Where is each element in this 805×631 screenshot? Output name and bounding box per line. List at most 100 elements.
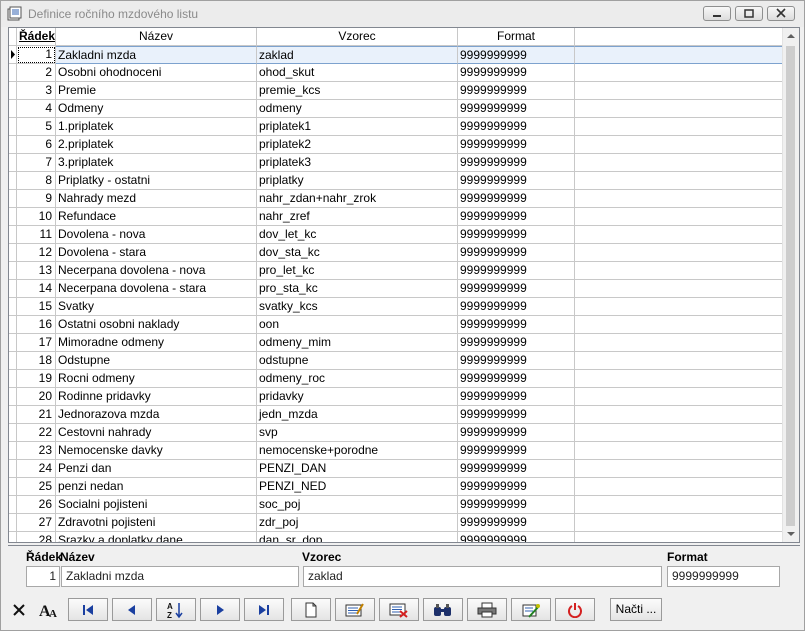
cell-vzorec[interactable]: pridavky	[257, 388, 458, 406]
cell-vzorec[interactable]: odmeny	[257, 100, 458, 118]
cell-vzorec[interactable]: priplatek1	[257, 118, 458, 136]
cell-nazev[interactable]: Zakladni mzda	[56, 46, 257, 64]
cell-nazev[interactable]: Jednorazova mzda	[56, 406, 257, 424]
cell-format[interactable]: 9999999999	[458, 406, 575, 424]
print-button[interactable]	[467, 598, 507, 621]
table-row[interactable]: 12 Dovolena - stara dov_sta_kc 9999999999	[9, 244, 783, 262]
cell-format[interactable]: 9999999999	[458, 370, 575, 388]
cell-radek[interactable]: 12	[17, 244, 56, 262]
table-row[interactable]: 9 Nahrady mezd nahr_zdan+nahr_zrok 99999999…	[9, 190, 783, 208]
table-row[interactable]: 26 Socialni pojisteni soc_poj 9999999999	[9, 496, 783, 514]
cell-vzorec[interactable]: pro_sta_kc	[257, 280, 458, 298]
cell-format[interactable]: 9999999999	[458, 352, 575, 370]
cell-format[interactable]: 9999999999	[458, 514, 575, 532]
cell-format[interactable]: 9999999999	[458, 478, 575, 496]
cell-vzorec[interactable]: odmeny_roc	[257, 370, 458, 388]
cell-vzorec[interactable]: priplatky	[257, 172, 458, 190]
cell-vzorec[interactable]: zdr_poj	[257, 514, 458, 532]
cell-radek[interactable]: 23	[17, 442, 56, 460]
cell-vzorec[interactable]: soc_poj	[257, 496, 458, 514]
maximize-button[interactable]	[735, 6, 763, 21]
table-row[interactable]: 3 Premie premie_kcs 9999999999	[9, 82, 783, 100]
settings-button[interactable]	[511, 598, 551, 621]
cell-radek[interactable]: 5	[17, 118, 56, 136]
table-row[interactable]: 20 Rodinne pridavky pridavky 9999999999	[9, 388, 783, 406]
font-button[interactable]: A A	[36, 598, 60, 621]
cell-nazev[interactable]: penzi nedan	[56, 478, 257, 496]
cell-radek[interactable]: 20	[17, 388, 56, 406]
cell-radek[interactable]: 8	[17, 172, 56, 190]
title-bar[interactable]: Definice ročního mzdového listu	[1, 1, 804, 27]
close-window-button[interactable]	[767, 6, 795, 21]
cell-nazev[interactable]: Odstupne	[56, 352, 257, 370]
table-row[interactable]: 11 Dovolena - nova dov_let_kc 9999999999	[9, 226, 783, 244]
edit-record-button[interactable]	[335, 598, 375, 621]
cell-format[interactable]: 9999999999	[458, 496, 575, 514]
column-header-radek[interactable]: Řádek	[17, 28, 56, 45]
table-row[interactable]: 19 Rocni odmeny odmeny_roc 9999999999	[9, 370, 783, 388]
cell-vzorec[interactable]: odmeny_mim	[257, 334, 458, 352]
exit-button[interactable]	[555, 598, 595, 621]
cell-nazev[interactable]: Cestovni nahrady	[56, 424, 257, 442]
cell-nazev[interactable]: 1.priplatek	[56, 118, 257, 136]
cell-format[interactable]: 9999999999	[458, 208, 575, 226]
cell-nazev[interactable]: Ostatni osobni naklady	[56, 316, 257, 334]
cell-format[interactable]: 9999999999	[458, 442, 575, 460]
cell-format[interactable]: 9999999999	[458, 388, 575, 406]
cell-format[interactable]: 9999999999	[458, 118, 575, 136]
table-row[interactable]: 27 Zdravotni pojisteni zdr_poj 9999999999	[9, 514, 783, 532]
cell-vzorec[interactable]: jedn_mzda	[257, 406, 458, 424]
table-row[interactable]: 18 Odstupne odstupne 9999999999	[9, 352, 783, 370]
cell-radek[interactable]: 10	[17, 208, 56, 226]
cell-format[interactable]: 9999999999	[458, 298, 575, 316]
cell-nazev[interactable]: Dovolena - stara	[56, 244, 257, 262]
cell-vzorec[interactable]: dan_sr_dop	[257, 532, 458, 542]
data-grid[interactable]: Řádek Název Vzorec Format 1 Zakladni mzda…	[8, 27, 800, 543]
cell-nazev[interactable]: Nahrady mezd	[56, 190, 257, 208]
cell-format[interactable]: 9999999999	[458, 244, 575, 262]
cell-radek[interactable]: 27	[17, 514, 56, 532]
cell-nazev[interactable]: Svatky	[56, 298, 257, 316]
cell-vzorec[interactable]: zaklad	[257, 46, 458, 64]
cell-format[interactable]: 9999999999	[458, 154, 575, 172]
cell-format[interactable]: 9999999999	[458, 532, 575, 542]
table-row[interactable]: 16 Ostatni osobni naklady oon 9999999999	[9, 316, 783, 334]
table-row[interactable]: 2 Osobni ohodnoceni ohod_skut 9999999999	[9, 64, 783, 82]
minimize-button[interactable]	[703, 6, 731, 21]
cell-radek[interactable]: 15	[17, 298, 56, 316]
cell-radek[interactable]: 7	[17, 154, 56, 172]
cell-nazev[interactable]: 2.priplatek	[56, 136, 257, 154]
detail-nazev-field[interactable]: Zakladni mzda	[61, 566, 299, 587]
cell-vzorec[interactable]: dov_sta_kc	[257, 244, 458, 262]
cell-radek[interactable]: 9	[17, 190, 56, 208]
cell-nazev[interactable]: Priplatky - ostatni	[56, 172, 257, 190]
table-row[interactable]: 1 Zakladni mzda zaklad 9999999999	[9, 46, 783, 64]
detail-vzorec-field[interactable]: zaklad	[303, 566, 662, 587]
cell-radek[interactable]: 4	[17, 100, 56, 118]
column-header-format[interactable]: Format	[458, 28, 575, 45]
next-record-button[interactable]	[200, 598, 240, 621]
cell-vzorec[interactable]: dov_let_kc	[257, 226, 458, 244]
new-record-button[interactable]	[291, 598, 331, 621]
cell-vzorec[interactable]: PENZI_NED	[257, 478, 458, 496]
table-row[interactable]: 22 Cestovni nahrady svp 9999999999	[9, 424, 783, 442]
cell-format[interactable]: 9999999999	[458, 460, 575, 478]
cell-vzorec[interactable]: priplatek2	[257, 136, 458, 154]
delete-record-button[interactable]	[379, 598, 419, 621]
table-row[interactable]: 10 Refundace nahr_zref 9999999999	[9, 208, 783, 226]
cell-nazev[interactable]: Necerpana dovolena - stara	[56, 280, 257, 298]
cell-radek[interactable]: 1	[17, 46, 56, 64]
cell-radek[interactable]: 21	[17, 406, 56, 424]
sort-button[interactable]: A Z	[156, 598, 196, 621]
cell-radek[interactable]: 13	[17, 262, 56, 280]
scroll-up-icon[interactable]	[783, 28, 799, 44]
cell-format[interactable]: 9999999999	[458, 100, 575, 118]
table-row[interactable]: 21 Jednorazova mzda jedn_mzda 9999999999	[9, 406, 783, 424]
cell-format[interactable]: 9999999999	[458, 64, 575, 82]
cell-vzorec[interactable]: nemocenske+porodne	[257, 442, 458, 460]
cell-nazev[interactable]: Rodinne pridavky	[56, 388, 257, 406]
cell-radek[interactable]: 3	[17, 82, 56, 100]
cell-vzorec[interactable]: pro_let_kc	[257, 262, 458, 280]
cell-vzorec[interactable]: nahr_zref	[257, 208, 458, 226]
detail-radek-field[interactable]: 1	[26, 566, 60, 587]
